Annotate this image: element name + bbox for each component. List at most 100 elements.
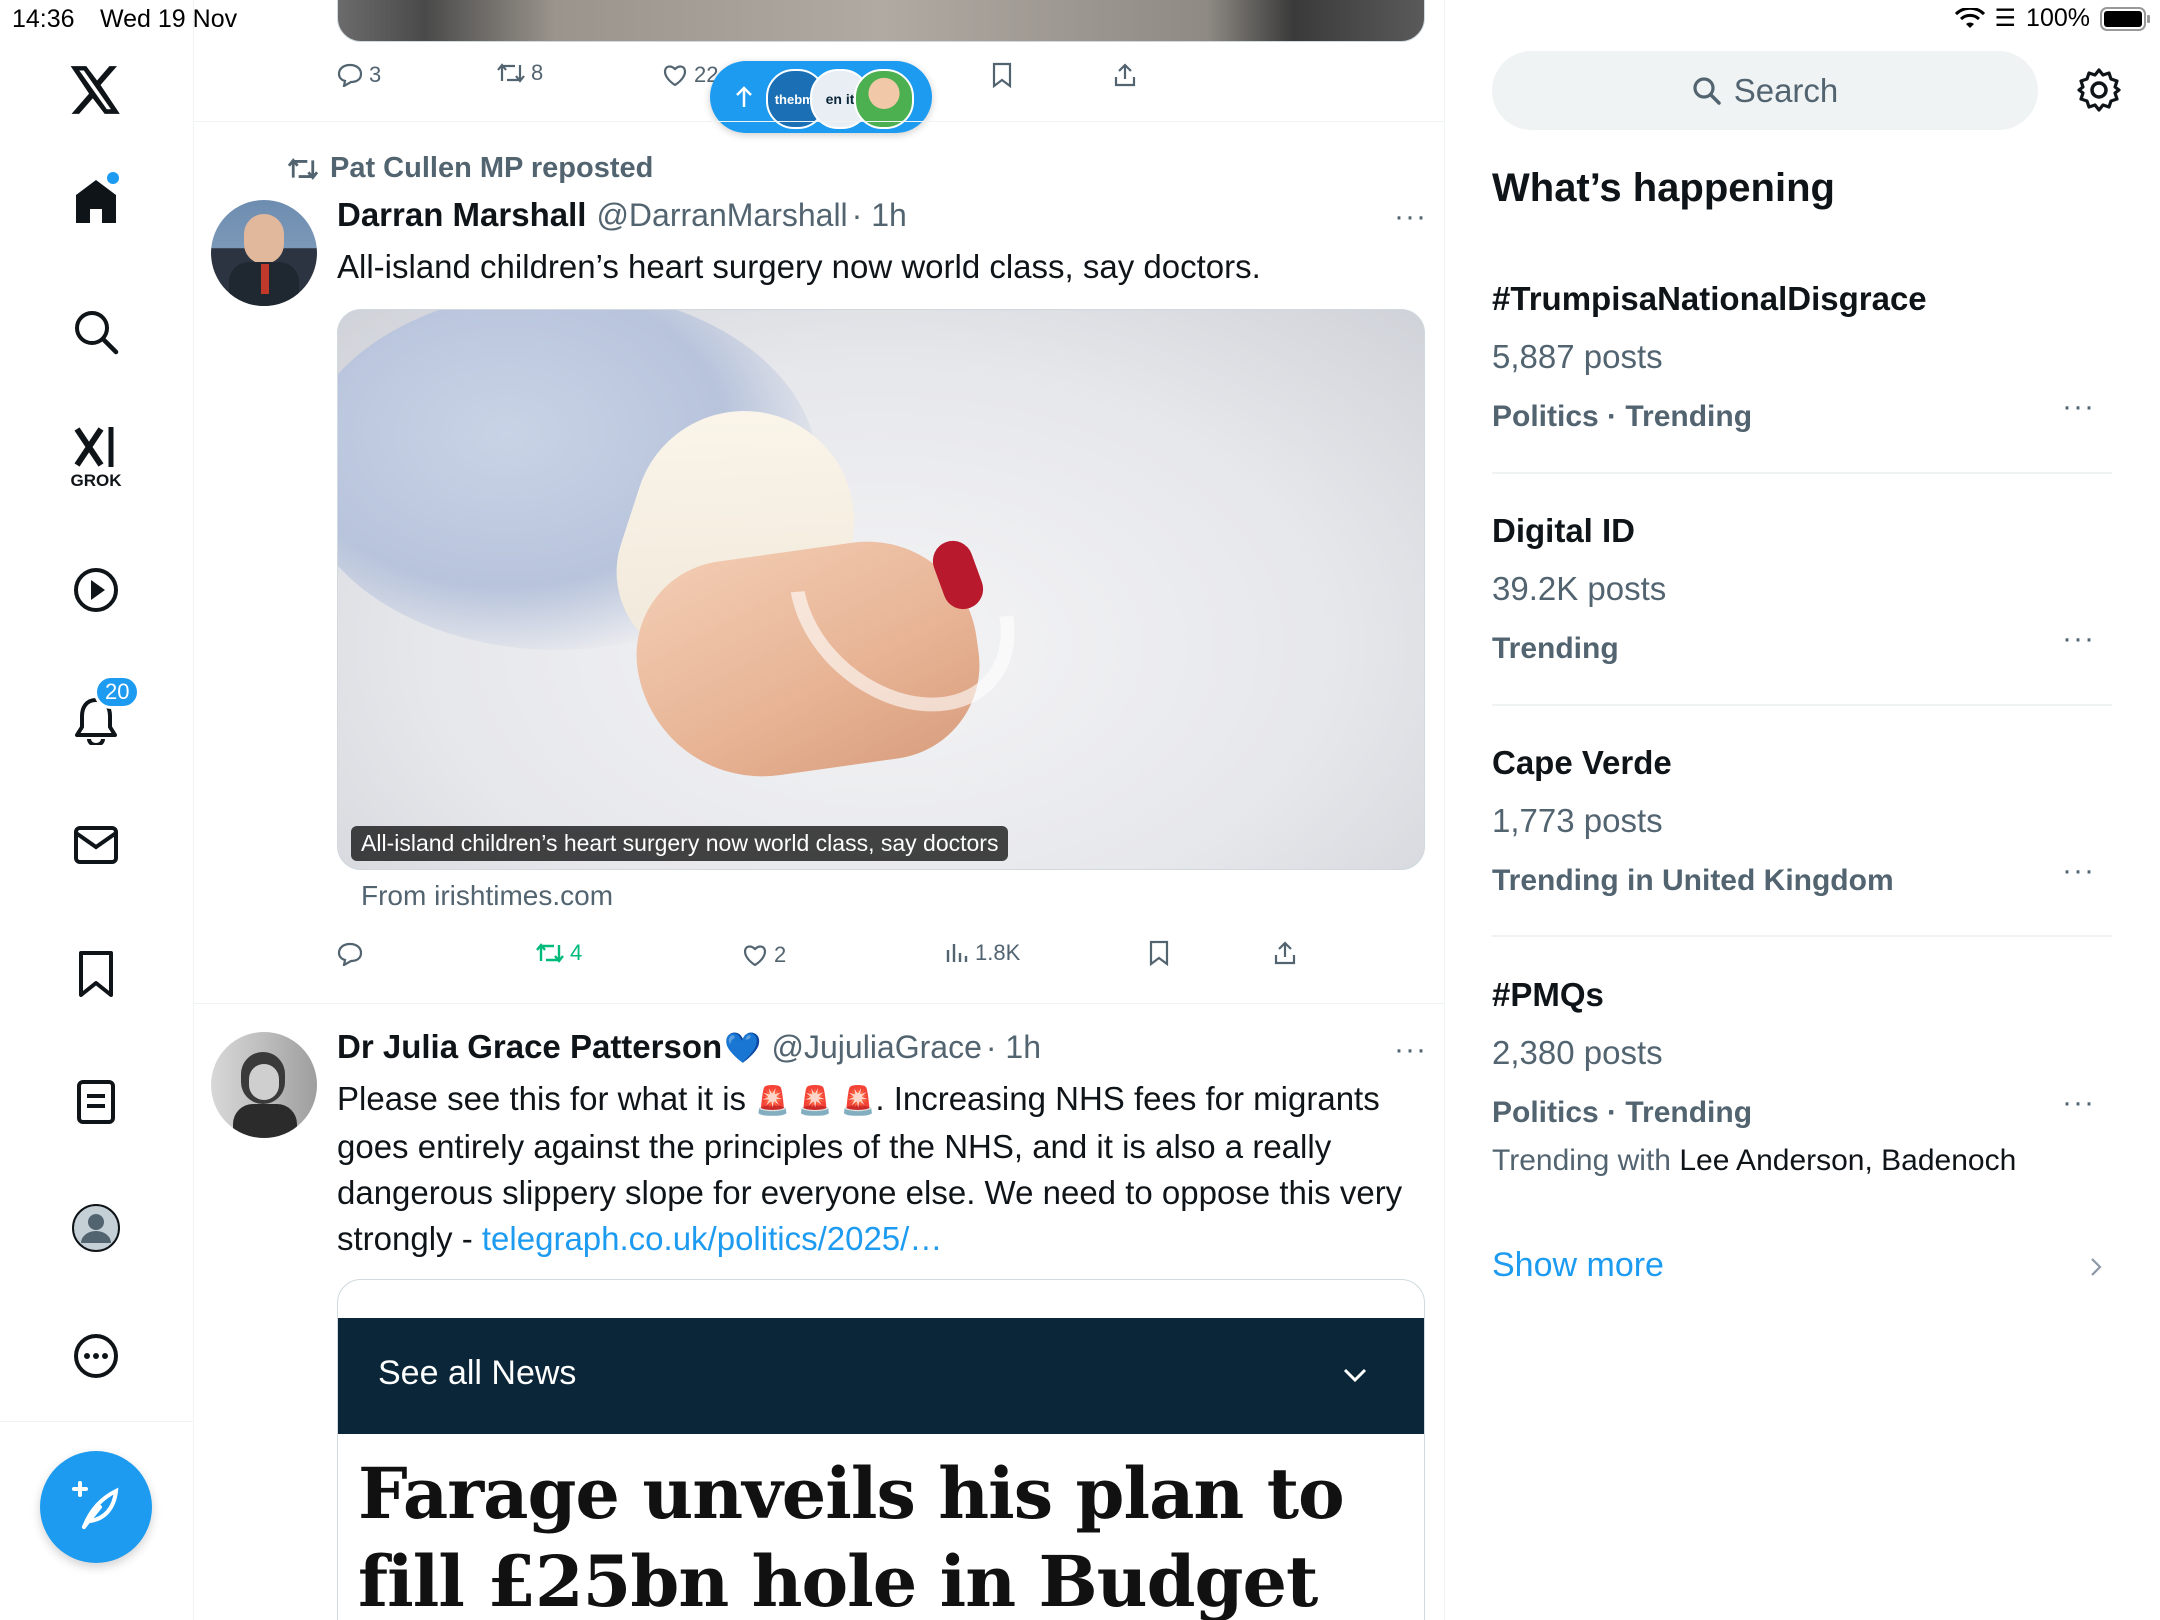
- more-options-icon[interactable]: [56, 1316, 136, 1396]
- nav-divider: [0, 1421, 193, 1422]
- tweet-header: Darran Marshall @DarranMarshall · 1h: [337, 196, 907, 234]
- trend-more-icon[interactable]: ···: [2062, 390, 2095, 424]
- bookmarks-icon[interactable]: [56, 934, 136, 1014]
- grok-icon: [71, 425, 121, 469]
- avatar[interactable]: [211, 200, 317, 306]
- bookmark-button[interactable]: [991, 62, 1013, 88]
- share-button[interactable]: [1113, 62, 1137, 88]
- heart-icon: [744, 945, 766, 967]
- notifications-icon[interactable]: 20: [56, 675, 141, 760]
- author-name[interactable]: Dr Julia Grace Patterson: [337, 1028, 722, 1066]
- like-button[interactable]: 22: [662, 62, 718, 88]
- tweet-time[interactable]: · 1h: [852, 197, 907, 234]
- link-card[interactable]: All-island children’s heart surgery now …: [337, 309, 1425, 870]
- grok-nav-item[interactable]: GROK: [56, 418, 136, 498]
- more-options-icon[interactable]: ···: [1394, 1033, 1427, 1067]
- trend-more-icon[interactable]: ···: [2062, 854, 2095, 888]
- x-logo-icon[interactable]: [56, 50, 136, 130]
- trend-meta: Politics · Trending: [1492, 1096, 1753, 1129]
- trend-title: Cape Verde: [1492, 744, 1672, 781]
- home-unread-dot: [107, 172, 119, 184]
- arrow-up-icon: [736, 86, 752, 107]
- trend-count: 39.2K posts: [1492, 570, 1667, 607]
- trend-meta: Trending in United Kingdom: [1492, 864, 1894, 897]
- previous-tweet-media[interactable]: [337, 0, 1425, 42]
- news-card[interactable]: See all News Farage unveils his plan to …: [337, 1279, 1425, 1620]
- home-icon[interactable]: [56, 162, 136, 242]
- trend-meta: Trending: [1492, 632, 1619, 665]
- lists-icon[interactable]: [56, 1062, 136, 1142]
- tweet-time[interactable]: · 1h: [986, 1029, 1041, 1066]
- card-caption: All-island children’s heart surgery now …: [351, 826, 1009, 861]
- trend-more-icon[interactable]: ···: [2062, 1086, 2095, 1120]
- chevron-down-icon: [1343, 1368, 1367, 1383]
- trending-with-names[interactable]: Lee Anderson, Badenoch: [1679, 1144, 2016, 1177]
- trend-item[interactable]: Digital ID 39.2K posts Trending ···: [1492, 512, 2112, 672]
- repost-button[interactable]: 8: [497, 60, 543, 86]
- bookmark-icon: [992, 62, 1012, 88]
- author-handle[interactable]: @JujuliaGrace: [772, 1029, 982, 1066]
- reply-button[interactable]: [337, 942, 369, 966]
- more-options-icon[interactable]: ···: [1394, 200, 1427, 234]
- search-input[interactable]: Search: [1492, 51, 2038, 130]
- trend-title: #TrumpisaNationalDisgrace: [1492, 280, 1927, 317]
- repost-count: 4: [570, 940, 583, 965]
- trend-divider: [1492, 935, 2112, 937]
- trend-title: #PMQs: [1492, 976, 1604, 1013]
- divider: [194, 121, 1444, 122]
- reply-count: 3: [369, 62, 382, 87]
- views-chart-icon: [946, 944, 968, 962]
- trend-title: Digital ID: [1492, 512, 1636, 549]
- repost-icon: [287, 157, 319, 180]
- profile-avatar-icon[interactable]: [56, 1188, 136, 1268]
- left-navigation: GROK 20: [0, 0, 194, 1620]
- author-name[interactable]: Darran Marshall: [337, 196, 586, 234]
- trend-more-icon[interactable]: ···: [2062, 622, 2095, 656]
- author-handle[interactable]: @DarranMarshall: [596, 197, 847, 234]
- settings-gear-icon[interactable]: [2076, 67, 2122, 113]
- trend-count: 1,773 posts: [1492, 802, 1663, 839]
- tweet-header: Dr Julia Grace Patterson 💙 @JujuliaGrace…: [337, 1028, 1041, 1066]
- trend-item[interactable]: Cape Verde 1,773 posts Trending in Unite…: [1492, 744, 2112, 904]
- status-right: ☰ 100%: [1954, 4, 2152, 33]
- repost-button[interactable]: 4: [536, 940, 582, 966]
- pill-avatar-3: [854, 69, 914, 129]
- blue-heart-emoji: 💙: [724, 1032, 762, 1065]
- trend-count: 2,380 posts: [1492, 1034, 1663, 1071]
- trend-divider: [1492, 704, 2112, 706]
- siren-emoji: 🚨 🚨 🚨: [755, 1085, 876, 1116]
- video-icon[interactable]: [56, 550, 136, 630]
- tweet-link[interactable]: telegraph.co.uk/politics/2025/…: [482, 1220, 942, 1257]
- compose-feather-icon: [72, 1481, 119, 1529]
- news-banner-label: See all News: [378, 1354, 577, 1392]
- bookmark-button[interactable]: [1148, 940, 1170, 966]
- reply-icon: [337, 63, 363, 87]
- like-button[interactable]: 2: [742, 942, 786, 968]
- grok-label: GROK: [70, 471, 122, 490]
- tweet-text: All-island children’s heart surgery now …: [337, 248, 1261, 285]
- share-button[interactable]: [1273, 940, 1297, 966]
- views-button[interactable]: 1.8K: [945, 940, 1020, 966]
- avatar[interactable]: [211, 1032, 317, 1138]
- battery-percent: 100%: [2026, 4, 2090, 32]
- trend-item[interactable]: #PMQs 2,380 posts Politics · Trending Tr…: [1492, 976, 2112, 1186]
- trend-item[interactable]: #TrumpisaNationalDisgrace 5,887 posts Po…: [1492, 280, 2112, 440]
- search-icon[interactable]: [56, 292, 136, 372]
- view-count: 1.8K: [975, 940, 1021, 965]
- search-placeholder: Search: [1733, 71, 1839, 109]
- trend-divider: [1492, 472, 2112, 474]
- timeline: 3 8 22 thebmj en it Pat Cullen MP repost…: [194, 0, 1445, 1620]
- new-posts-pill[interactable]: thebmj en it: [710, 61, 932, 133]
- battery-icon: [2100, 6, 2152, 31]
- trending-with: Trending with Lee Anderson, Badenoch: [1492, 1144, 2112, 1178]
- compose-post-button[interactable]: [40, 1451, 152, 1563]
- reply-button[interactable]: 3: [337, 62, 381, 88]
- messages-icon[interactable]: [56, 805, 136, 885]
- news-banner[interactable]: See all News: [338, 1318, 1424, 1434]
- show-more-link[interactable]: Show more: [1492, 1246, 2112, 1294]
- card-image: [338, 310, 1424, 869]
- card-source[interactable]: From irishtimes.com: [361, 880, 613, 912]
- show-more-label: Show more: [1492, 1246, 1664, 1284]
- repost-icon: [536, 943, 564, 963]
- repost-indicator: Pat Cullen MP reposted: [286, 152, 653, 185]
